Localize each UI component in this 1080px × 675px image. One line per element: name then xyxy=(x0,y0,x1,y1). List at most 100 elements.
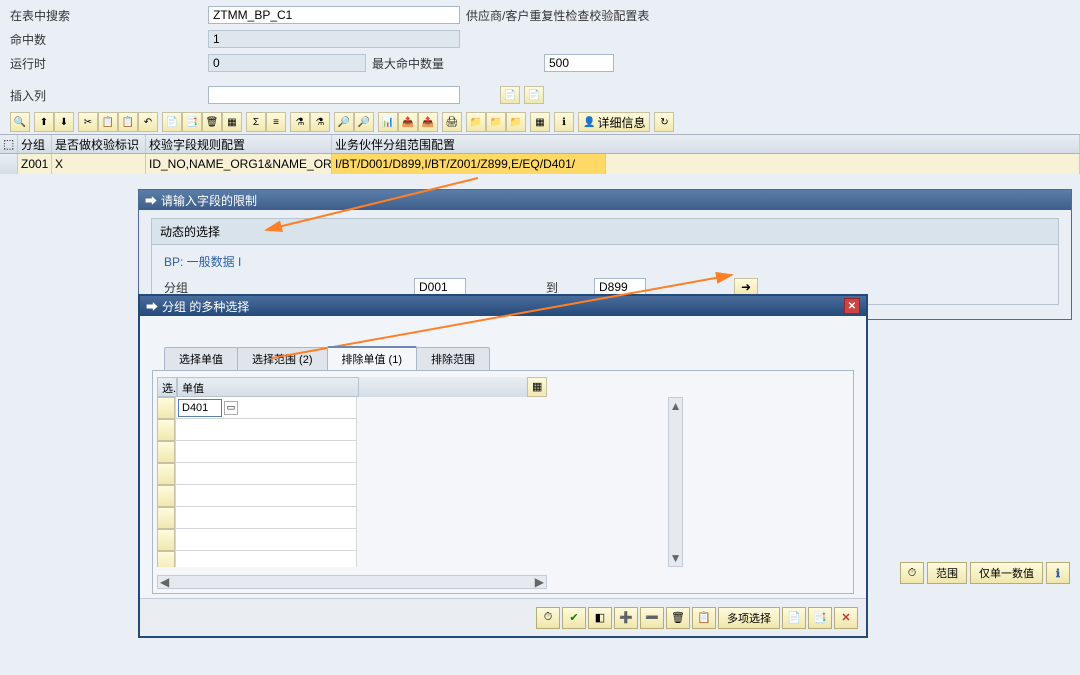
grid-header-row: ⬚ 分组 是否做校验标识 校验字段规则配置 业务伙伴分组范围配置 xyxy=(0,134,1080,154)
horizontal-scrollbar[interactable]: ◀ ▶ xyxy=(157,575,547,589)
row-option-icon[interactable] xyxy=(157,397,175,419)
print-icon[interactable]: 🖨 xyxy=(442,112,462,132)
exclude-row-1[interactable]: ▭ xyxy=(157,397,547,419)
delete-row-icon[interactable]: 🗑 xyxy=(202,112,222,132)
footer-trash-icon[interactable]: 🗑 xyxy=(666,607,690,629)
copy-icon[interactable]: 📋 xyxy=(98,112,118,132)
exclude-row-empty[interactable] xyxy=(157,507,547,529)
single-only-button[interactable]: 仅单一数值 xyxy=(970,562,1043,584)
undo-icon[interactable]: ↶ xyxy=(138,112,158,132)
exclude-value-input[interactable] xyxy=(178,399,222,417)
insert-col-btn1[interactable]: 📄 xyxy=(500,86,520,104)
range-label: 分组 xyxy=(164,279,414,296)
insert-col-input[interactable] xyxy=(208,86,460,104)
dialog2-title: 分组 的多种选择 xyxy=(162,300,249,314)
grid-icon[interactable]: ▦ xyxy=(530,112,550,132)
multiple-selection-dialog: ⮕分组 的多种选择 ✕ 选择单值 选择范围 (2) 排除单值 (1) 排除范围 … xyxy=(138,294,868,638)
find2-icon[interactable]: 🔎 xyxy=(354,112,374,132)
subtotal-icon[interactable]: ≡ xyxy=(266,112,286,132)
find-icon[interactable]: 🔎 xyxy=(334,112,354,132)
copy-row-icon[interactable]: 📑 xyxy=(182,112,202,132)
search-in-table-label: 在表中搜索 xyxy=(10,7,208,24)
minigrid-settings-icon[interactable]: ▦ xyxy=(527,377,547,397)
exclude-row-empty[interactable] xyxy=(157,441,547,463)
execute-check-icon[interactable]: ⏱ xyxy=(900,562,924,584)
exclude-row-empty[interactable] xyxy=(157,551,547,567)
data-grid: ⬚ 分组 是否做校验标识 校验字段规则配置 业务伙伴分组范围配置 Z001 X … xyxy=(0,134,1080,174)
cut-icon[interactable]: ✂ xyxy=(78,112,98,132)
scroll-up-icon[interactable]: ▲ xyxy=(669,398,683,414)
exclude-row-empty[interactable] xyxy=(157,463,547,485)
exclude-row-empty[interactable] xyxy=(157,485,547,507)
sort-desc-icon[interactable]: ⬇ xyxy=(54,112,74,132)
info-icon[interactable]: ℹ xyxy=(554,112,574,132)
grid-col-rule[interactable]: 校验字段规则配置 xyxy=(146,135,332,153)
export2-icon[interactable]: 📤 xyxy=(398,112,418,132)
hits-value: 1 xyxy=(208,30,460,48)
tab-select-range[interactable]: 选择范围 (2) xyxy=(237,347,328,370)
minigrid-col-sel[interactable]: 选. xyxy=(157,377,177,397)
vertical-scrollbar[interactable]: ▲ ▼ xyxy=(668,397,683,567)
value-help-icon[interactable]: ▭ xyxy=(224,401,238,415)
refresh-icon[interactable]: ↻ xyxy=(654,112,674,132)
footer-cancel-icon[interactable]: ✕ xyxy=(834,607,858,629)
grid-col-check[interactable]: 是否做校验标识 xyxy=(52,135,146,153)
footer-help-icon[interactable]: 📑 xyxy=(808,607,832,629)
max-hits-label: 最大命中数量 xyxy=(366,55,460,72)
export3-icon[interactable]: 📤 xyxy=(418,112,438,132)
filter2-icon[interactable]: ⚗ xyxy=(310,112,330,132)
scroll-down-icon[interactable]: ▼ xyxy=(669,550,683,566)
tab-select-single[interactable]: 选择单值 xyxy=(164,347,238,370)
footer-copy-icon[interactable]: 📄 xyxy=(782,607,806,629)
search-form: 在表中搜索 供应商/客户重复性检查校验配置表 命中数 1 运行时 0 最大命中数… xyxy=(0,0,1080,110)
cell-range-config: I/BT/D001/D899,I/BT/Z001/Z899,E/EQ/D401/ xyxy=(332,154,606,174)
exclude-single-grid: 选. 单值 ▦ ▭ xyxy=(157,377,547,567)
max-hits-input[interactable] xyxy=(544,54,614,72)
new-icon[interactable]: 📄 xyxy=(162,112,182,132)
footer-clock-icon[interactable]: ⏱ xyxy=(536,607,560,629)
table-name-input[interactable] xyxy=(208,6,460,24)
footer-multiselect-button[interactable]: 多项选择 xyxy=(718,607,780,629)
minigrid-col-value[interactable]: 单值 xyxy=(177,377,359,397)
footer-delete-row-icon[interactable]: ➖ xyxy=(640,607,664,629)
scroll-right-icon[interactable]: ▶ xyxy=(535,575,544,589)
dialog1-title-bar: ⮕ 请输入字段的限制 xyxy=(139,190,1071,210)
dialog1-side-buttons: ⏱ 范围 仅单一数值 ℹ xyxy=(900,562,1070,584)
tab-content: 选. 单值 ▦ ▭ xyxy=(152,370,854,594)
detail-info-button[interactable]: 👤详细信息 xyxy=(578,112,650,132)
variant1-icon[interactable]: 📁 xyxy=(466,112,486,132)
dialog2-close-button[interactable]: ✕ xyxy=(844,298,860,314)
exclude-row-empty[interactable] xyxy=(157,419,547,441)
details-icon[interactable]: 🔍 xyxy=(10,112,30,132)
grid-select-all[interactable]: ⬚ xyxy=(0,135,18,153)
hits-label: 命中数 xyxy=(10,31,208,48)
variant2-icon[interactable]: 📁 xyxy=(486,112,506,132)
paste-icon[interactable]: 📋 xyxy=(118,112,138,132)
dialog2-title-bar: ⮕分组 的多种选择 ✕ xyxy=(140,296,866,316)
footer-paste-icon[interactable]: 📋 xyxy=(692,607,716,629)
dialog1-title: 请输入字段的限制 xyxy=(161,192,257,209)
grid-col-range[interactable]: 业务伙伴分组范围配置 xyxy=(332,135,1080,153)
range-button[interactable]: 范围 xyxy=(927,562,967,584)
tab-exclude-single[interactable]: 排除单值 (1) xyxy=(327,346,418,370)
footer-check-icon[interactable]: ✔ xyxy=(562,607,586,629)
insert-col-btn2[interactable]: 📄 xyxy=(524,86,544,104)
footer-insert-icon[interactable]: ➕ xyxy=(614,607,638,629)
tab-exclude-range[interactable]: 排除范围 xyxy=(416,347,490,370)
layout-icon[interactable]: ▦ xyxy=(222,112,242,132)
cell-check: X xyxy=(52,154,146,174)
grid-data-row[interactable]: Z001 X ID_NO,NAME_ORG1&NAME_ORG2 I/BT/D0… xyxy=(0,154,1080,174)
sum-icon[interactable]: Σ xyxy=(246,112,266,132)
exclude-row-empty[interactable] xyxy=(157,529,547,551)
scroll-left-icon[interactable]: ◀ xyxy=(160,575,169,589)
export-icon[interactable]: 📊 xyxy=(378,112,398,132)
sort-asc-icon[interactable]: ⬆ xyxy=(34,112,54,132)
grid-col-group[interactable]: 分组 xyxy=(18,135,52,153)
variant3-icon[interactable]: 📁 xyxy=(506,112,526,132)
bp-general-data-link[interactable]: BP: 一般数据 I xyxy=(164,253,1046,270)
info2-icon[interactable]: ℹ xyxy=(1046,562,1070,584)
footer-opts-icon[interactable]: ◧ xyxy=(588,607,612,629)
insert-col-label: 插入列 xyxy=(10,87,208,104)
alv-toolbar: 🔍 ⬆ ⬇ ✂ 📋 📋 ↶ 📄 📑 🗑 ▦ Σ ≡ ⚗ ⚗ 🔎 🔎 📊 📤 📤 … xyxy=(0,110,1080,134)
filter-icon[interactable]: ⚗ xyxy=(290,112,310,132)
